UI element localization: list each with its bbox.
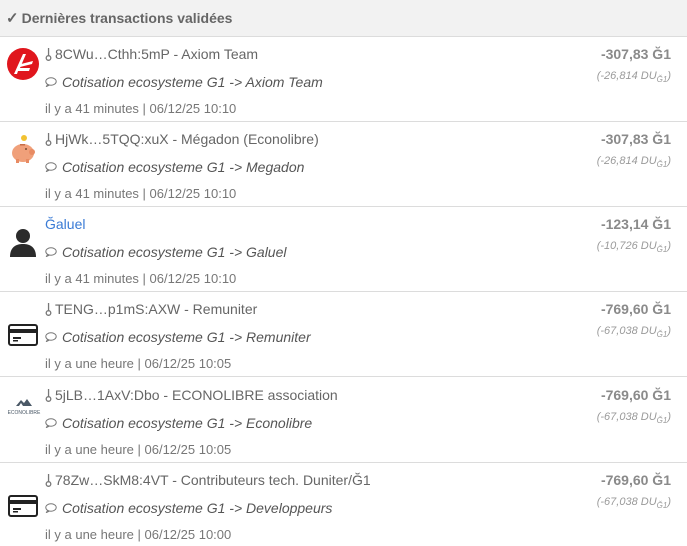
econolibre-logo-icon: ECONOLIBRE bbox=[6, 388, 42, 422]
amount-du-value: (-67,038 DUĞ1) bbox=[597, 411, 671, 425]
transaction-time: il y a une heure | 06/12/25 10:00 bbox=[45, 527, 232, 542]
issuer-label[interactable]: HjWk…5TQQ:xuX - Mégadon (Econolibre) bbox=[45, 131, 319, 147]
comment-icon bbox=[45, 332, 57, 342]
comment-label: Cotisation ecosysteme G1 -> Axiom Team bbox=[45, 74, 323, 90]
comment-label: Cotisation ecosysteme G1 -> Developpeurs bbox=[45, 500, 332, 516]
du-unit: Ğ1 bbox=[656, 245, 668, 255]
comment-icon bbox=[45, 247, 57, 257]
section-header: ✓ Dernières transactions validées bbox=[0, 0, 687, 37]
amount-du-value: (-26,814 DUĞ1) bbox=[597, 70, 671, 84]
transaction-time: il y a 41 minutes | 06/12/25 10:10 bbox=[45, 101, 237, 116]
amount-du-text: (-10,726 DU bbox=[596, 240, 657, 252]
du-unit: Ğ1 bbox=[656, 416, 668, 426]
issuer-text: 5jLB…1AxV:Dbo - ECONOLIBRE association bbox=[55, 387, 338, 403]
transaction-row[interactable]: HjWk…5TQQ:xuX - Mégadon (Econolibre) Cot… bbox=[0, 122, 687, 207]
du-unit: Ğ1 bbox=[656, 75, 668, 85]
key-icon bbox=[45, 389, 52, 402]
comment-text: Cotisation ecosysteme G1 -> Megadon bbox=[62, 159, 305, 175]
issuer-label[interactable]: 78Zw…SkM8:4VT - Contributeurs tech. Duni… bbox=[45, 472, 371, 488]
comment-label: Cotisation ecosysteme G1 -> Megadon bbox=[45, 159, 304, 175]
du-unit: Ğ1 bbox=[656, 501, 668, 511]
amount-du-close: ) bbox=[667, 70, 671, 82]
transaction-row[interactable]: ECONOLIBRE 5jLB…1AxV:Dbo - ECONOLIBRE as… bbox=[0, 378, 687, 463]
amount-du-text: (-26,814 DU bbox=[596, 155, 657, 167]
transaction-row[interactable]: 8CWu…Cthh:5mP - Axiom Team Cotisation ec… bbox=[0, 37, 687, 122]
du-unit: Ğ1 bbox=[656, 330, 668, 340]
comment-icon bbox=[45, 418, 57, 428]
axiom-logo-icon bbox=[6, 47, 40, 81]
key-icon bbox=[45, 474, 52, 487]
issuer-text: 8CWu…Cthh:5mP - Axiom Team bbox=[55, 46, 259, 62]
amount-du-value: (-10,726 DUĞ1) bbox=[597, 240, 671, 254]
amount-du-text: (-67,038 DU bbox=[596, 411, 657, 423]
issuer-link[interactable]: Ğaluel bbox=[45, 216, 85, 232]
comment-text: Cotisation ecosysteme G1 -> Remuniter bbox=[62, 329, 311, 345]
amount-value: -307,83 Ğ1 bbox=[600, 131, 671, 147]
transaction-time: il y a 41 minutes | 06/12/25 10:10 bbox=[45, 271, 237, 286]
transaction-row[interactable]: 78Zw…SkM8:4VT - Contributeurs tech. Duni… bbox=[0, 463, 687, 546]
issuer-text: 78Zw…SkM8:4VT - Contributeurs tech. Duni… bbox=[55, 472, 371, 488]
check-icon: ✓ bbox=[6, 10, 19, 27]
comment-icon bbox=[45, 162, 57, 172]
issuer-label[interactable]: TENG…p1mS:AXW - Remuniter bbox=[45, 301, 257, 317]
transaction-time: il y a 41 minutes | 06/12/25 10:10 bbox=[45, 186, 237, 201]
comment-icon bbox=[45, 77, 57, 87]
du-unit: Ğ1 bbox=[656, 160, 668, 170]
amount-du-close: ) bbox=[667, 155, 671, 167]
comment-text: Cotisation ecosysteme G1 -> Galuel bbox=[62, 244, 287, 260]
comment-icon bbox=[45, 503, 57, 513]
amount-du-close: ) bbox=[667, 325, 671, 337]
key-icon bbox=[45, 133, 52, 146]
amount-du-value: (-67,038 DUĞ1) bbox=[597, 496, 671, 510]
comment-text: Cotisation ecosysteme G1 -> Econolibre bbox=[62, 415, 313, 431]
amount-du-text: (-67,038 DU bbox=[596, 496, 657, 508]
comment-label: Cotisation ecosysteme G1 -> Remuniter bbox=[45, 329, 311, 345]
piggy-bank-icon bbox=[6, 132, 40, 166]
issuer-label[interactable]: 8CWu…Cthh:5mP - Axiom Team bbox=[45, 46, 258, 62]
credit-card-icon bbox=[6, 489, 40, 523]
section-title: Dernières transactions validées bbox=[21, 10, 233, 26]
amount-value: -769,60 Ğ1 bbox=[600, 387, 671, 403]
amount-du-value: (-67,038 DUĞ1) bbox=[597, 325, 671, 339]
issuer-text: TENG…p1mS:AXW - Remuniter bbox=[55, 301, 258, 317]
comment-label: Cotisation ecosysteme G1 -> Galuel bbox=[45, 244, 287, 260]
amount-du-text: (-67,038 DU bbox=[596, 325, 657, 337]
transaction-time: il y a une heure | 06/12/25 10:05 bbox=[45, 442, 232, 457]
econolibre-logo-text: ECONOLIBRE bbox=[8, 410, 41, 416]
user-silhouette-icon bbox=[6, 225, 40, 259]
transaction-time: il y a une heure | 06/12/25 10:05 bbox=[45, 356, 232, 371]
key-icon bbox=[45, 303, 52, 316]
amount-value: -123,14 Ğ1 bbox=[600, 216, 671, 232]
amount-du-close: ) bbox=[667, 240, 671, 252]
amount-du-close: ) bbox=[667, 496, 671, 508]
transaction-row[interactable]: TENG…p1mS:AXW - Remuniter Cotisation eco… bbox=[0, 292, 687, 377]
comment-text: Cotisation ecosysteme G1 -> Developpeurs bbox=[62, 500, 333, 516]
credit-card-icon bbox=[6, 318, 40, 352]
key-icon bbox=[45, 48, 52, 61]
comment-label: Cotisation ecosysteme G1 -> Econolibre bbox=[45, 415, 312, 431]
amount-value: -307,83 Ğ1 bbox=[600, 46, 671, 62]
issuer-text: HjWk…5TQQ:xuX - Mégadon (Econolibre) bbox=[55, 131, 319, 147]
issuer-label[interactable]: 5jLB…1AxV:Dbo - ECONOLIBRE association bbox=[45, 387, 338, 403]
comment-text: Cotisation ecosysteme G1 -> Axiom Team bbox=[62, 74, 323, 90]
amount-value: -769,60 Ğ1 bbox=[600, 472, 671, 488]
transaction-row[interactable]: Ğaluel Cotisation ecosysteme G1 -> Galue… bbox=[0, 207, 687, 292]
amount-du-value: (-26,814 DUĞ1) bbox=[597, 155, 671, 169]
issuer-label[interactable]: Ğaluel bbox=[45, 216, 85, 232]
amount-value: -769,60 Ğ1 bbox=[600, 301, 671, 317]
amount-du-close: ) bbox=[667, 411, 671, 423]
amount-du-text: (-26,814 DU bbox=[596, 70, 657, 82]
